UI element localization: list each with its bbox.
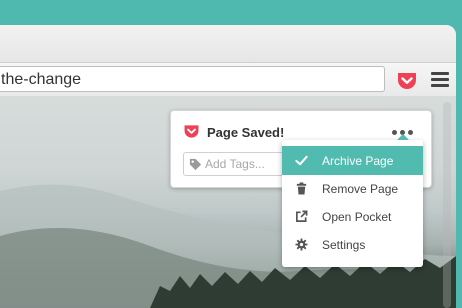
- pocket-options-menu: Archive Page Remove Page Open Pocket Set…: [282, 134, 423, 267]
- menu-item-label: Open Pocket: [322, 210, 392, 224]
- menu-item-label: Remove Page: [322, 182, 399, 196]
- menu-item-settings[interactable]: Settings: [282, 230, 423, 259]
- checkmark-icon: [295, 155, 308, 166]
- pocket-icon[interactable]: [396, 70, 418, 92]
- menu-pointer: [397, 134, 409, 140]
- pocket-icon: [184, 125, 199, 138]
- gear-icon: [295, 238, 308, 251]
- menu-item-archive-page[interactable]: Archive Page: [282, 146, 423, 175]
- url-bar[interactable]: the-change: [0, 66, 385, 92]
- tab-strip: [0, 25, 456, 62]
- panel-title: Page Saved!: [207, 125, 285, 140]
- menu-item-label: Settings: [322, 238, 366, 252]
- external-link-icon: [296, 210, 308, 222]
- trash-icon: [296, 182, 307, 195]
- menu-item-remove-page[interactable]: Remove Page: [282, 174, 423, 203]
- menu-item-label: Archive Page: [322, 154, 394, 168]
- tag-icon: [189, 158, 202, 171]
- navigation-toolbar: the-change: [0, 62, 456, 97]
- menu-item-open-pocket[interactable]: Open Pocket: [282, 202, 423, 231]
- url-text: the-change: [1, 71, 82, 88]
- hamburger-menu-icon[interactable]: [431, 72, 449, 88]
- page-scrollbar[interactable]: [443, 102, 451, 308]
